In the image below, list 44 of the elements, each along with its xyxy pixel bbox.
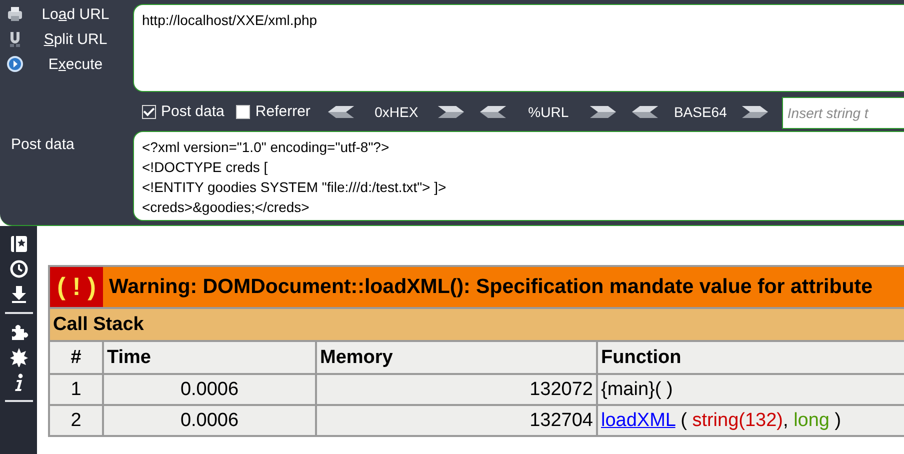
menu-item[interactable]: Split URL bbox=[32, 30, 133, 48]
punctuation-text: ( bbox=[680, 410, 688, 430]
type-text: long bbox=[794, 410, 830, 430]
function-link[interactable]: loadXML bbox=[601, 410, 676, 430]
clock-icon[interactable] bbox=[8, 259, 28, 279]
warning-badge: ( ! ) bbox=[49, 266, 103, 308]
table-cell: 0.0006 bbox=[103, 374, 316, 405]
left-arrow-icon bbox=[480, 106, 506, 118]
right-arrow-icon bbox=[438, 106, 464, 118]
insert-string-field[interactable]: Insert string t bbox=[782, 96, 904, 128]
punctuation-text: ) bbox=[834, 410, 842, 430]
checkbox-label: Referrer bbox=[255, 103, 310, 120]
url-field[interactable]: http://localhost/XXE/xml.php bbox=[133, 4, 904, 92]
post-data-field[interactable]: <?xml version="1.0" encoding="utf-8"?> <!DOCTYPE creds [ <!ENTITY goodies SYSTEM "file:///d:/test.txt"> ]> <creds>&goodies;</creds> bbox=[133, 131, 904, 221]
checkbox-label: Post data bbox=[161, 103, 224, 120]
right-arrow-icon bbox=[590, 106, 616, 118]
punctuation-text: {main}( ) bbox=[601, 378, 673, 400]
table-cell: 132704 bbox=[316, 405, 597, 436]
encode-button[interactable]: %URL bbox=[474, 104, 622, 120]
table-cell: 0.0006 bbox=[103, 405, 316, 436]
call-stack-title: Call Stack bbox=[49, 308, 904, 341]
menu-item[interactable]: Load URL bbox=[32, 6, 133, 22]
column-header: Time bbox=[103, 341, 316, 374]
string-text: string(132) bbox=[692, 410, 784, 430]
column-header: Memory bbox=[316, 341, 597, 374]
encode-button[interactable]: BASE64 bbox=[626, 104, 774, 120]
burst-icon[interactable] bbox=[8, 347, 28, 367]
column-header: # bbox=[49, 341, 103, 374]
left-arrow-icon bbox=[632, 106, 658, 118]
post-data-label: Post data bbox=[10, 135, 76, 155]
table-cell: 132072 bbox=[316, 374, 597, 405]
table-cell: 1 bbox=[49, 374, 103, 405]
punctuation-text: , bbox=[783, 410, 790, 430]
checkbox[interactable] bbox=[236, 104, 250, 118]
menu-item[interactable]: Execute bbox=[32, 56, 133, 72]
left-arrow-icon bbox=[328, 106, 354, 118]
table-cell: 2 bbox=[49, 405, 103, 436]
printer-icon bbox=[6, 5, 24, 23]
checkbox[interactable] bbox=[142, 104, 156, 118]
warning-message: Warning: DOMDocument::loadXML(): Specification mandate value for attribute bbox=[103, 266, 904, 308]
right-arrow-icon bbox=[742, 106, 768, 118]
column-header: Function bbox=[597, 341, 904, 374]
encode-button[interactable]: 0xHEX bbox=[322, 104, 470, 120]
play-icon bbox=[6, 55, 24, 73]
